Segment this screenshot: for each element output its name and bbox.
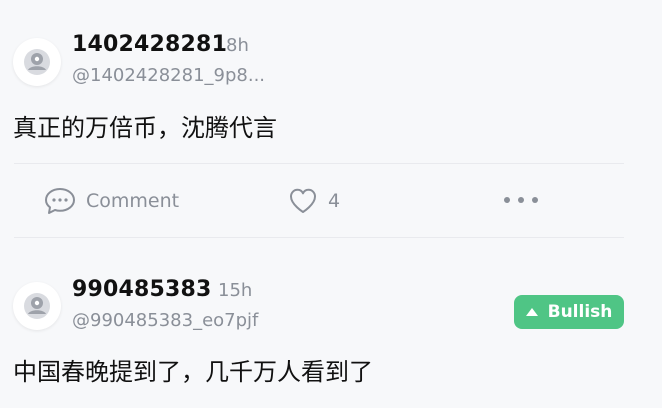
more-horizontal-icon <box>504 197 538 203</box>
post-content[interactable]: 中国春晚提到了，几千万人看到了 <box>13 352 373 387</box>
default-avatar-icon <box>24 49 50 75</box>
more-options-button[interactable] <box>501 192 541 208</box>
divider <box>14 163 624 164</box>
post-timestamp: 15h <box>218 280 253 301</box>
post-card: 1402428281 8h @1402428281_9p8... 真正的万倍币，… <box>0 0 662 240</box>
post-user-handle: @990485383_eo7pjf <box>72 310 259 331</box>
bullish-label: Bullish <box>547 302 613 322</box>
post-username[interactable]: 1402428281 <box>72 32 227 57</box>
comment-label: Comment <box>86 190 180 212</box>
post-timestamp: 8h <box>226 35 249 56</box>
comment-bubble-icon <box>45 188 75 214</box>
divider <box>14 237 624 238</box>
post-card: 990485383 15h @990485383_eo7pjf Bullish … <box>0 262 662 408</box>
default-avatar-icon <box>24 293 50 319</box>
like-button[interactable]: 4 <box>288 187 340 215</box>
bullish-badge: Bullish <box>514 295 624 329</box>
like-count: 4 <box>328 190 341 212</box>
user-avatar[interactable] <box>13 38 61 86</box>
post-user-handle: @1402428281_9p8... <box>72 65 266 86</box>
user-avatar[interactable] <box>13 282 61 330</box>
triangle-up-icon <box>525 308 538 316</box>
comment-button[interactable]: Comment <box>44 186 179 216</box>
heart-icon <box>290 188 316 213</box>
post-username[interactable]: 990485383 <box>72 277 212 302</box>
post-content[interactable]: 真正的万倍币，沈腾代言 <box>13 108 277 143</box>
